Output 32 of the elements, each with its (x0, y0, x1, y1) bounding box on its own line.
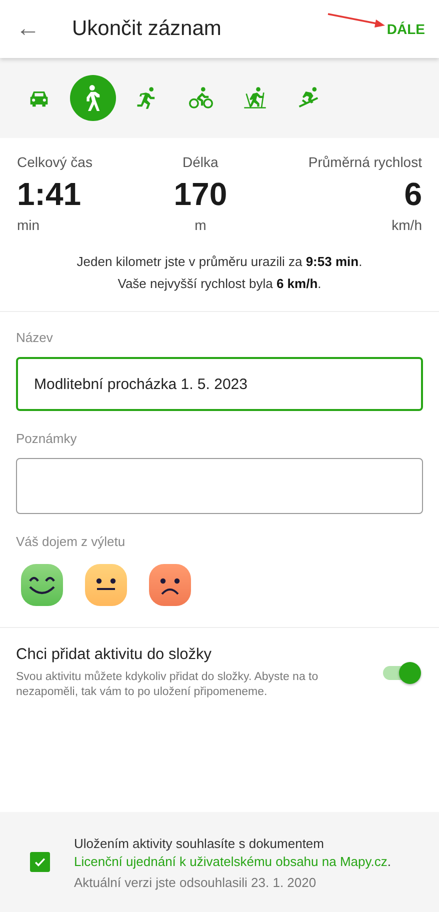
summary-text: Vaše nejvyšší rychlost byla 6 km/h. (116, 275, 322, 293)
screen-title: Ukončit záznam (72, 17, 222, 41)
folder-option-title: Chci přidat aktivitu do složky (16, 646, 213, 664)
consent-text: Uložením aktivity souhlasíte s dokumentem Licenční ujednání k uživatelskému obsahu na Mapy.cz. (74, 834, 392, 870)
walking-person-icon (86, 85, 100, 111)
cyclist-icon (188, 85, 214, 111)
field-label: Název (16, 330, 54, 345)
mood-label: Váš dojem z výletu (16, 534, 126, 549)
neutral-face-icon[interactable] (84, 563, 128, 607)
smiling-face-icon[interactable] (20, 563, 64, 607)
stat-label: Průměrná rychlost (308, 154, 422, 170)
stat-unit: m (194, 217, 206, 233)
consent-date-note: Aktuální verzi jste odsouhlasili 23. 1. 2020 (74, 874, 318, 890)
stat-unit: km/h (392, 217, 422, 233)
name-input-field[interactable]: Modlitební procházka 1. 5. 2023 (16, 357, 423, 411)
stat-label: Délka (182, 154, 218, 170)
activity-mode-button[interactable] (70, 75, 116, 121)
stat-label: Celkový čas (17, 154, 92, 170)
frowning-face-icon[interactable] (148, 563, 192, 607)
license-link[interactable]: Licenční ujednání k uživatelskému obsahu na Mapy.cz (74, 854, 388, 868)
consent-checkbox[interactable] (30, 852, 50, 872)
back-button[interactable]: ← (8, 9, 48, 49)
next-button[interactable]: DÁLE (380, 15, 431, 43)
cross-country-skier-icon (242, 85, 268, 111)
stat-unit: min (17, 217, 40, 233)
notes-input-field[interactable] (16, 458, 423, 514)
summary-text: Jeden kilometr jste v průměru urazili za 9:53 min. (76, 253, 364, 271)
stat-value: 170 (174, 176, 228, 213)
stat-value: 6 (404, 176, 422, 213)
stat-value: 1:41 (17, 176, 82, 213)
folder-option-description: Svou aktivitu můžete kdykoliv přidat do složky. Abyste na to nezapoměli, tak vám to po uložení připomeneme. (16, 670, 320, 700)
field-label: Poznámky (16, 431, 78, 446)
